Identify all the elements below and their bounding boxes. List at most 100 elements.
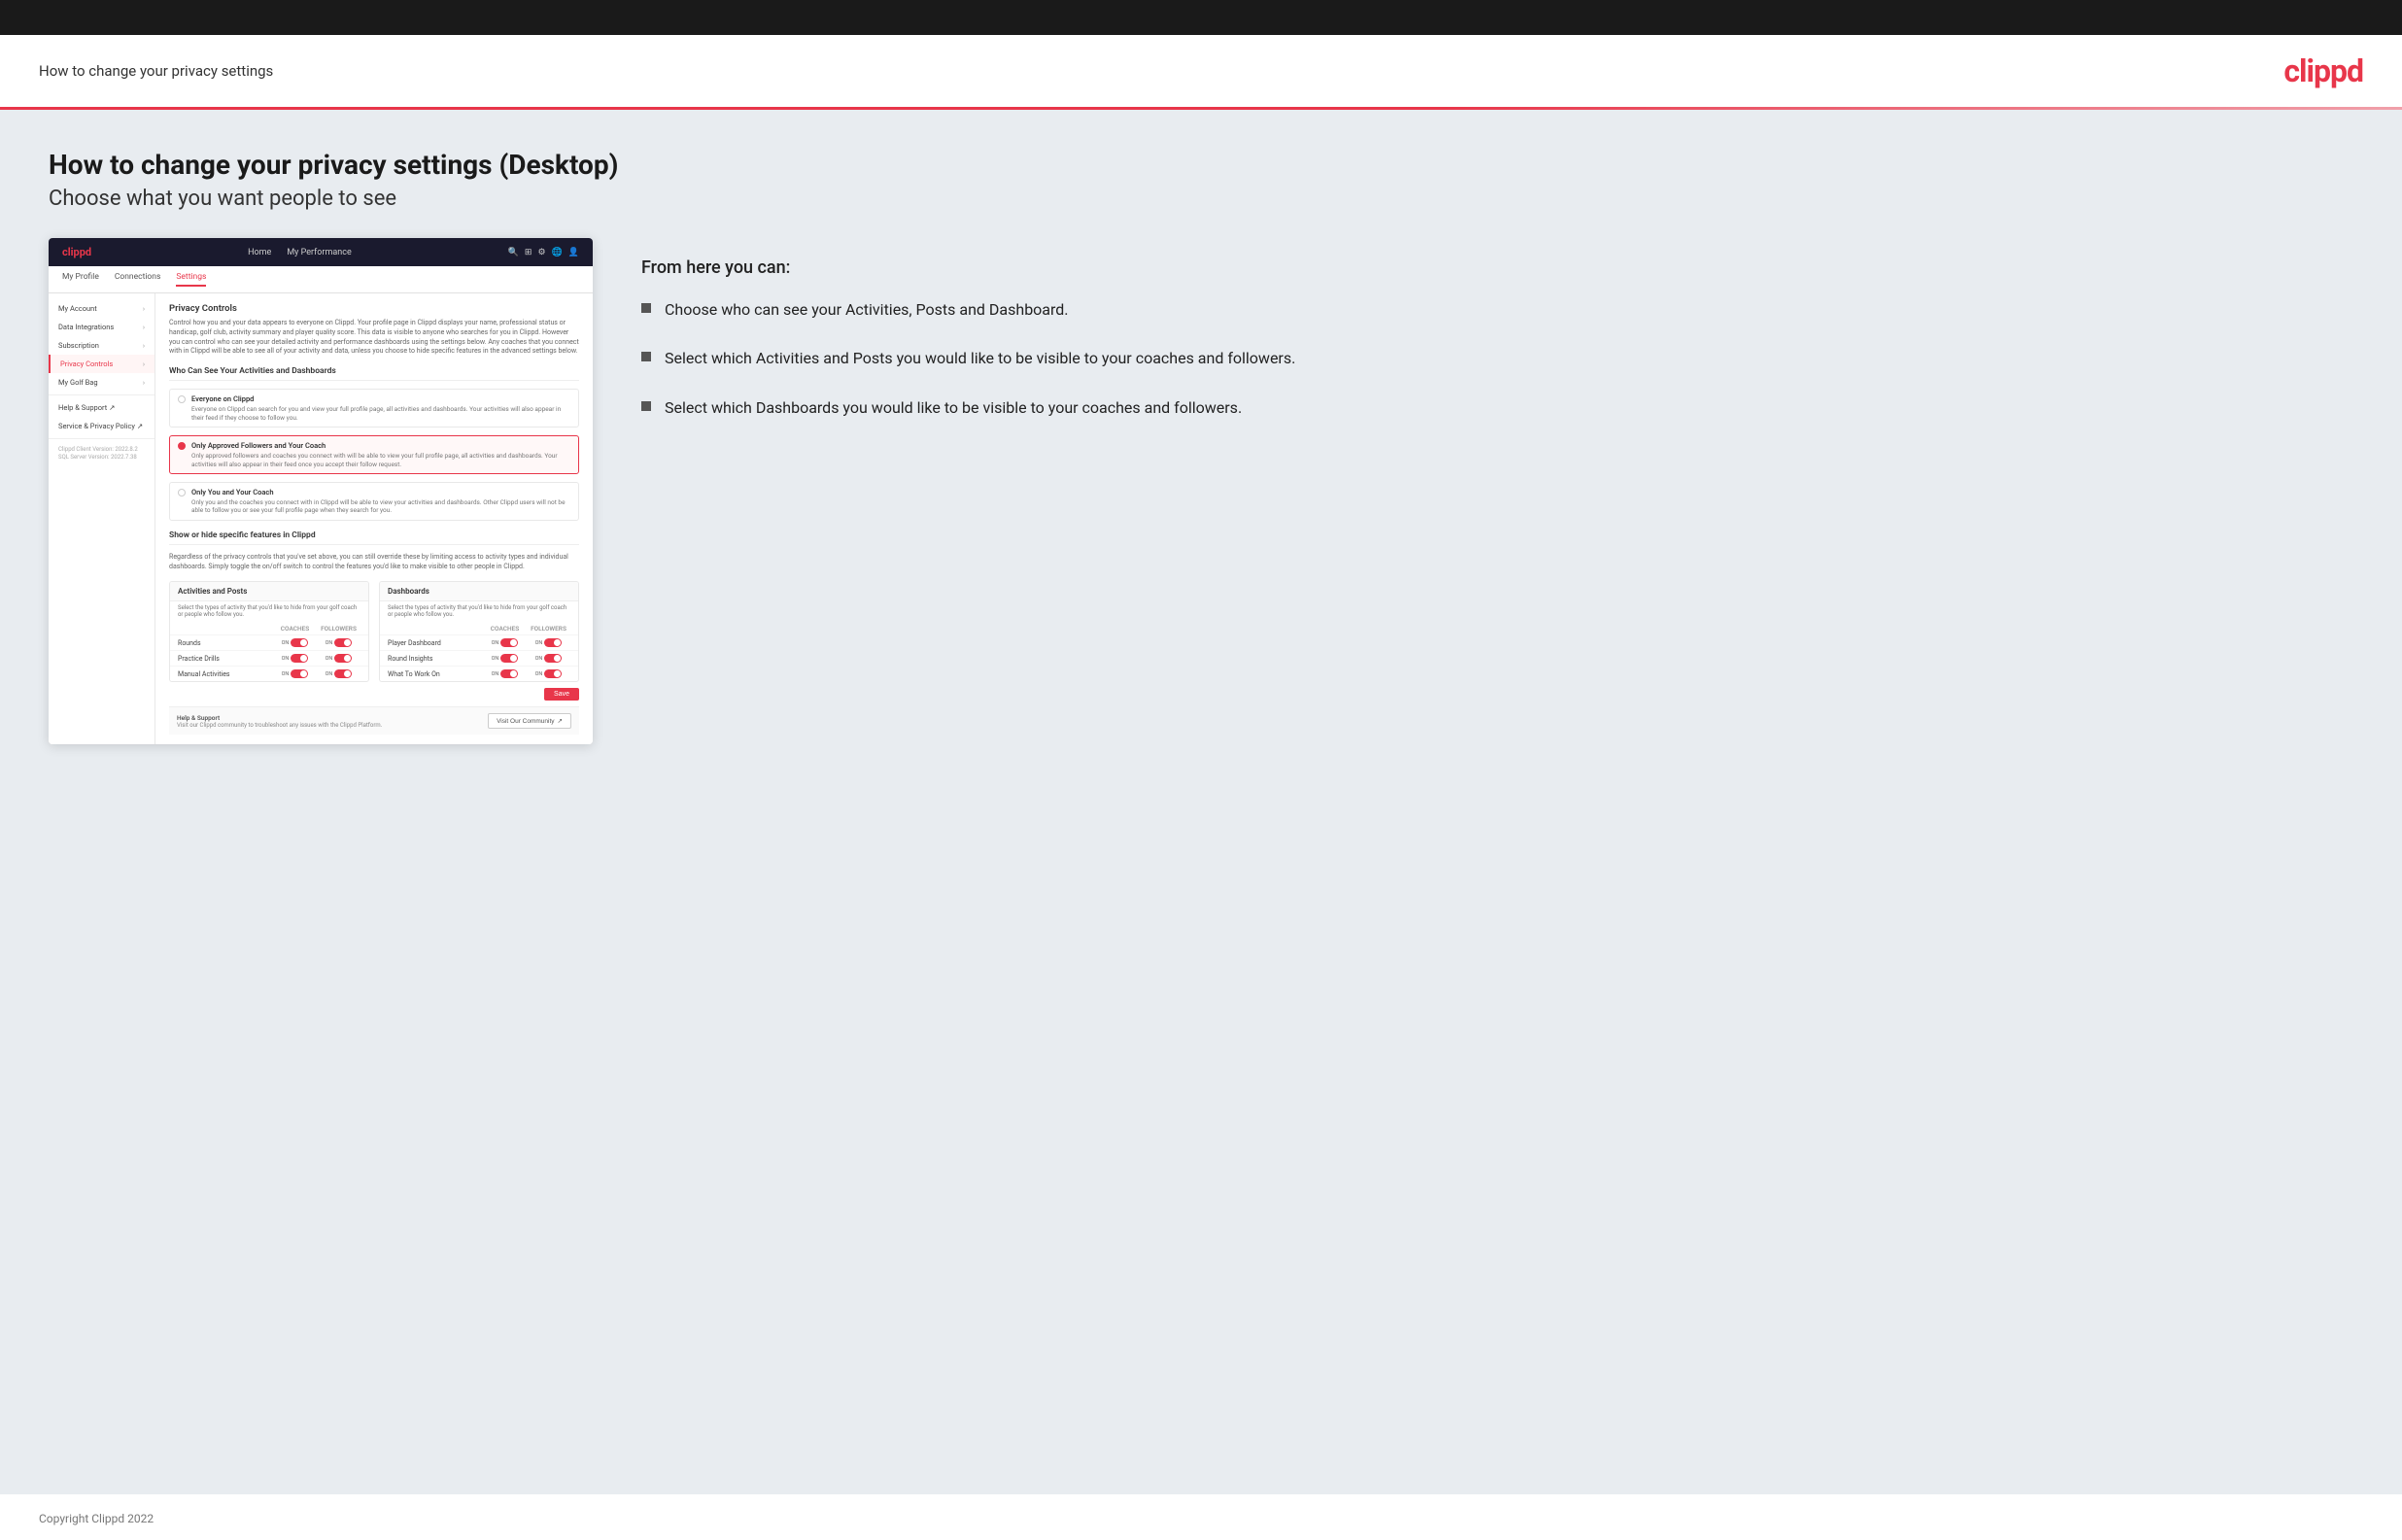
insights-followers-toggle[interactable]: [544, 654, 562, 663]
save-row: Save: [169, 682, 579, 706]
header-title: How to change your privacy settings: [39, 62, 273, 80]
insights-coaches-toggle[interactable]: [500, 654, 518, 663]
app-nav: clippd Home My Performance 🔍 ⊞ ⚙ 🌐 👤: [49, 238, 593, 266]
workon-followers-toggle[interactable]: [544, 669, 562, 678]
practice-coaches-toggle[interactable]: [291, 654, 308, 663]
settings-icon: ⚙: [537, 248, 545, 257]
activities-header: COACHES FOLLOWERS: [170, 623, 368, 634]
bullet-square-3: [641, 401, 651, 411]
dashboards-header: COACHES FOLLOWERS: [380, 623, 578, 634]
activities-title: Activities and Posts: [170, 582, 368, 601]
logo: clippd: [2283, 52, 2363, 89]
toggle-what-to-work: What To Work On ON ON: [380, 666, 578, 681]
manual-followers-toggle[interactable]: [334, 669, 352, 678]
nav-link-performance: My Performance: [287, 248, 351, 257]
rounds-coaches-toggle[interactable]: [291, 638, 308, 647]
radio-everyone[interactable]: Everyone on Clippd Everyone on Clippd ca…: [169, 389, 579, 428]
help-bar: Help & Support Visit our Clippd communit…: [169, 706, 579, 735]
app-nav-logo: clippd: [62, 246, 91, 258]
toggle-manual: Manual Activities ON ON: [170, 666, 368, 681]
workon-coaches-toggle[interactable]: [500, 669, 518, 678]
screenshot-mockup: clippd Home My Performance 🔍 ⊞ ⚙ 🌐 👤: [49, 238, 593, 744]
help-title: Help & Support: [177, 714, 382, 722]
subnav-connections[interactable]: Connections: [115, 272, 161, 287]
bullet-item-3: Select which Dashboards you would like t…: [641, 397, 2353, 419]
sidebar-item-service[interactable]: Service & Privacy Policy ↗: [49, 417, 154, 435]
top-bar: [0, 0, 2402, 35]
globe-icon: 🌐: [552, 248, 563, 257]
copyright: Copyright Clippd 2022: [39, 1512, 154, 1525]
nav-link-home: Home: [248, 248, 271, 257]
chevron-icon: ›: [143, 342, 145, 350]
app-nav-icons: 🔍 ⊞ ⚙ 🌐 👤: [508, 248, 579, 257]
toggle-practice: Practice Drills ON ON: [170, 650, 368, 666]
app-nav-links: Home My Performance: [248, 248, 352, 257]
sidebar-item-data[interactable]: Data Integrations ›: [49, 318, 154, 336]
app-subnav: My Profile Connections Settings: [49, 266, 593, 293]
sidebar-version: Clippd Client Version: 2022.8.2SQL Serve…: [49, 442, 154, 466]
who-can-see-title: Who Can See Your Activities and Dashboar…: [169, 366, 579, 381]
content-layout: clippd Home My Performance 🔍 ⊞ ⚙ 🌐 👤: [49, 238, 2353, 744]
app-mockup: clippd Home My Performance 🔍 ⊞ ⚙ 🌐 👤: [49, 238, 593, 744]
show-hide-title: Show or hide specific features in Clippd: [169, 530, 579, 545]
external-link-icon: ↗: [558, 717, 563, 725]
chevron-icon: ›: [143, 324, 145, 331]
page-subheading: Choose what you want people to see: [49, 187, 2353, 211]
footer: Copyright Clippd 2022: [0, 1494, 2402, 1540]
bullet-text-3: Select which Dashboards you would like t…: [665, 397, 1242, 419]
radio-only-you[interactable]: Only You and Your Coach Only you and the…: [169, 482, 579, 521]
sidebar-item-privacy[interactable]: Privacy Controls ›: [49, 355, 154, 373]
toggle-rounds: Rounds ON ON: [170, 634, 368, 650]
search-icon: 🔍: [508, 248, 519, 257]
manual-coaches-toggle[interactable]: [291, 669, 308, 678]
chevron-icon: ›: [143, 360, 145, 368]
sidebar-item-help[interactable]: Help & Support ↗: [49, 398, 154, 417]
radio-dot-only-you: [178, 489, 186, 496]
subnav-settings[interactable]: Settings: [176, 272, 206, 287]
app-sidebar: My Account › Data Integrations › Subscri…: [49, 293, 155, 744]
playerdash-followers-toggle[interactable]: [544, 638, 562, 647]
toggle-player-dashboard: Player Dashboard ON ON: [380, 634, 578, 650]
radio-label-only-you: Only You and Your Coach: [191, 488, 570, 496]
main-content: How to change your privacy settings (Des…: [0, 110, 2402, 1494]
header: How to change your privacy settings clip…: [0, 35, 2402, 107]
dashboards-panel: Dashboards Select the types of activity …: [379, 581, 579, 682]
sidebar-item-golfbag[interactable]: My Golf Bag ›: [49, 373, 154, 392]
radio-approved[interactable]: Only Approved Followers and Your Coach O…: [169, 435, 579, 474]
from-here-title: From here you can:: [641, 257, 2353, 278]
privacy-controls-desc: Control how you and your data appears to…: [169, 319, 579, 357]
bullet-text-1: Choose who can see your Activities, Post…: [665, 299, 1069, 321]
bullet-square-2: [641, 352, 651, 361]
subnav-profile[interactable]: My Profile: [62, 272, 99, 287]
page-heading: How to change your privacy settings (Des…: [49, 149, 2353, 181]
radio-dot-approved: [178, 442, 186, 450]
bullet-square-1: [641, 303, 651, 313]
rounds-followers-toggle[interactable]: [334, 638, 352, 647]
radio-label-approved: Only Approved Followers and Your Coach: [191, 441, 570, 450]
save-button[interactable]: Save: [544, 688, 579, 701]
sidebar-item-account[interactable]: My Account ›: [49, 299, 154, 318]
show-hide-section: Show or hide specific features in Clippd…: [169, 530, 579, 707]
chevron-icon: ›: [143, 305, 145, 313]
practice-followers-toggle[interactable]: [334, 654, 352, 663]
visit-community-button[interactable]: Visit Our Community ↗: [488, 713, 571, 729]
toggle-round-insights: Round Insights ON ON: [380, 650, 578, 666]
radio-desc-everyone: Everyone on Clippd can search for you an…: [191, 405, 570, 422]
sidebar-item-subscription[interactable]: Subscription ›: [49, 336, 154, 355]
privacy-controls-title: Privacy Controls: [169, 303, 579, 314]
dashboards-desc: Select the types of activity that you'd …: [380, 601, 578, 623]
avatar-icon: 👤: [568, 248, 579, 257]
dashboards-title: Dashboards: [380, 582, 578, 601]
radio-dot-everyone: [178, 395, 186, 403]
bullet-item-2: Select which Activities and Posts you wo…: [641, 348, 2353, 369]
radio-desc-only-you: Only you and the coaches you connect wit…: [191, 498, 570, 515]
playerdash-coaches-toggle[interactable]: [500, 638, 518, 647]
bullet-text-2: Select which Activities and Posts you wo…: [665, 348, 1295, 369]
activities-panel: Activities and Posts Select the types of…: [169, 581, 369, 682]
radio-desc-approved: Only approved followers and coaches you …: [191, 452, 570, 468]
app-main-panel: Privacy Controls Control how you and you…: [155, 293, 593, 744]
sidebar-divider-2: [49, 438, 154, 439]
activities-desc: Select the types of activity that you'd …: [170, 601, 368, 623]
sidebar-divider: [49, 394, 154, 395]
bullets-column: From here you can: Choose who can see yo…: [641, 238, 2353, 446]
